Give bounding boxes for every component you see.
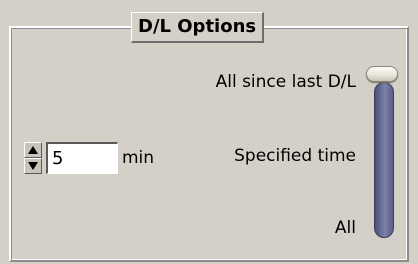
option-label-all-since-last: All since last D/L [215, 72, 356, 92]
download-mode-slider-thumb[interactable] [366, 66, 398, 82]
increment-button[interactable] [24, 142, 42, 158]
interval-input[interactable] [46, 142, 118, 174]
download-mode-slider-track[interactable] [374, 82, 394, 238]
interval-unit-label: min [122, 148, 155, 168]
dl-options-panel: D/L Options min All since last D/L Speci… [0, 0, 418, 264]
arrow-down-icon [28, 162, 38, 170]
arrow-up-icon [28, 146, 38, 154]
group-title: D/L Options [131, 12, 265, 43]
interval-stepper[interactable] [24, 142, 42, 174]
decrement-button[interactable] [24, 158, 42, 174]
option-label-specified-time: Specified time [234, 146, 356, 166]
option-label-all: All [334, 218, 356, 238]
